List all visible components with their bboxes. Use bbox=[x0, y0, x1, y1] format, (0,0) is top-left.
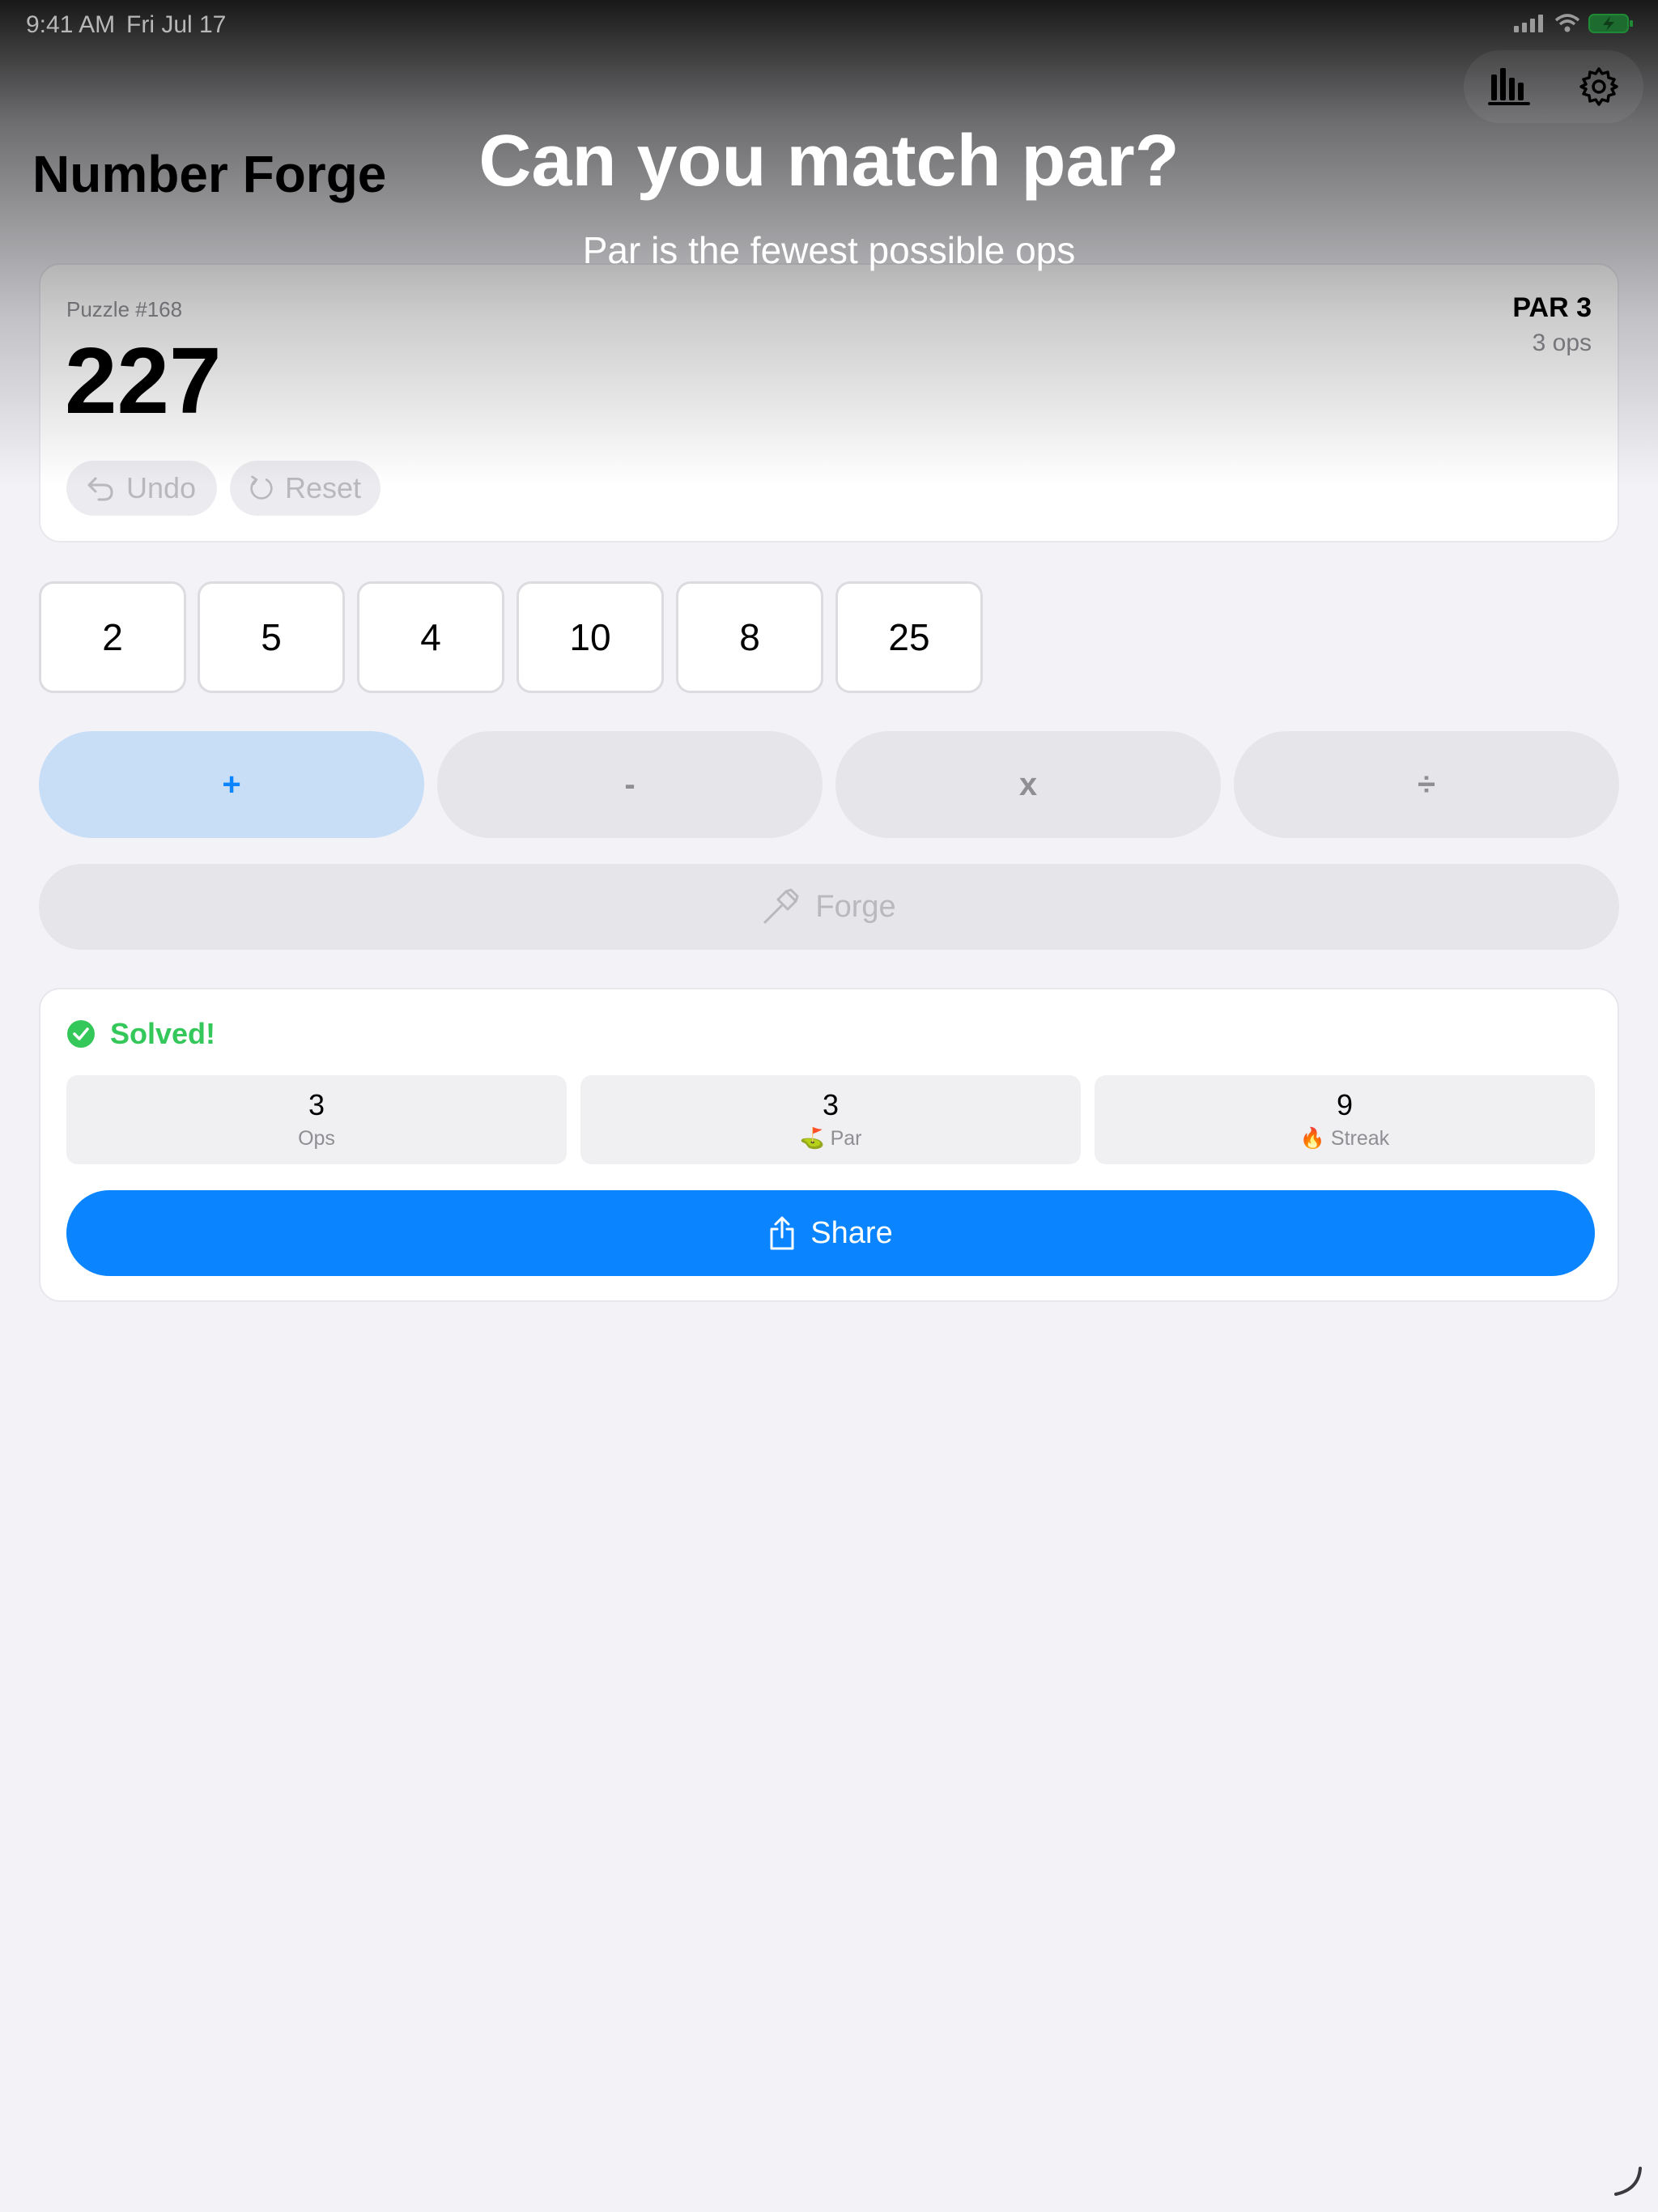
par-ops-count: 3 ops bbox=[1532, 330, 1592, 356]
share-label: Share bbox=[810, 1215, 893, 1250]
stat-value: 9 bbox=[1336, 1088, 1354, 1121]
undo-icon bbox=[87, 477, 113, 501]
status-time: 9:41 AM bbox=[26, 11, 116, 38]
cellular-signal-icon bbox=[1514, 15, 1543, 32]
gear-icon bbox=[1579, 67, 1618, 106]
battery-charging-icon bbox=[1588, 14, 1633, 33]
stat-streak: 9 🔥 Streak bbox=[1095, 1075, 1595, 1164]
status-bar: 9:41 AM Fri Jul 17 bbox=[0, 0, 1658, 52]
reset-icon bbox=[250, 475, 273, 500]
stat-label: 🔥 Streak bbox=[1299, 1127, 1390, 1150]
status-icons bbox=[1514, 13, 1634, 34]
puzzle-number-label: Puzzle #168 bbox=[66, 297, 183, 321]
number-tile[interactable]: 4 bbox=[357, 581, 504, 693]
top-toolbar bbox=[1464, 50, 1643, 123]
number-tile[interactable]: 25 bbox=[835, 581, 983, 693]
par-label: PAR 3 bbox=[1512, 292, 1592, 323]
stat-label: Ops bbox=[298, 1127, 335, 1150]
stat-value: 3 bbox=[308, 1088, 325, 1121]
number-tile[interactable]: 5 bbox=[198, 581, 345, 693]
number-tile[interactable]: 2 bbox=[39, 581, 186, 693]
app-root: 9:41 AM Fri Jul 17 Number Forge Can you … bbox=[0, 0, 1658, 2212]
stat-value: 3 bbox=[822, 1088, 840, 1121]
target-number: 227 bbox=[65, 328, 222, 433]
checkmark-circle-icon bbox=[67, 1020, 95, 1048]
coach-overlay-subtitle: Par is the fewest possible ops bbox=[582, 229, 1076, 271]
number-tile[interactable]: 10 bbox=[517, 581, 664, 693]
forge-label: Forge bbox=[815, 889, 896, 924]
number-tile[interactable]: 8 bbox=[676, 581, 823, 693]
solved-status: Solved! bbox=[66, 1017, 215, 1051]
resize-handle-icon[interactable] bbox=[1611, 2165, 1643, 2197]
stats-button[interactable] bbox=[1481, 58, 1537, 115]
result-card: Solved! 3 Ops 3 ⛳ Par 9 🔥 Streak Share bbox=[39, 988, 1619, 1302]
operator-plus-button[interactable]: + bbox=[39, 731, 424, 838]
stat-label: ⛳ Par bbox=[799, 1127, 862, 1150]
chart-bar-icon bbox=[1487, 68, 1530, 105]
forge-button[interactable]: Forge bbox=[39, 864, 1619, 950]
share-icon bbox=[770, 1216, 794, 1250]
share-button[interactable]: Share bbox=[66, 1190, 1595, 1276]
reset-label: Reset bbox=[284, 471, 361, 504]
operator-divide-button[interactable]: ÷ bbox=[1234, 731, 1619, 838]
hammer-icon bbox=[763, 888, 799, 924]
operator-minus-button[interactable]: - bbox=[437, 731, 823, 838]
reset-button[interactable]: Reset bbox=[230, 461, 380, 516]
undo-label: Undo bbox=[126, 471, 197, 504]
coach-overlay-title: Can you match par? bbox=[478, 121, 1180, 202]
stat-ops: 3 Ops bbox=[66, 1075, 567, 1164]
stat-par: 3 ⛳ Par bbox=[580, 1075, 1081, 1164]
undo-button[interactable]: Undo bbox=[66, 461, 217, 516]
settings-button[interactable] bbox=[1571, 58, 1627, 115]
wifi-icon bbox=[1554, 14, 1580, 32]
status-date: Fri Jul 17 bbox=[126, 11, 227, 38]
operator-times-button[interactable]: x bbox=[835, 731, 1221, 838]
solved-label: Solved! bbox=[110, 1017, 216, 1050]
puzzle-card: Puzzle #168 227 PAR 3 3 ops Undo Reset bbox=[39, 263, 1619, 542]
